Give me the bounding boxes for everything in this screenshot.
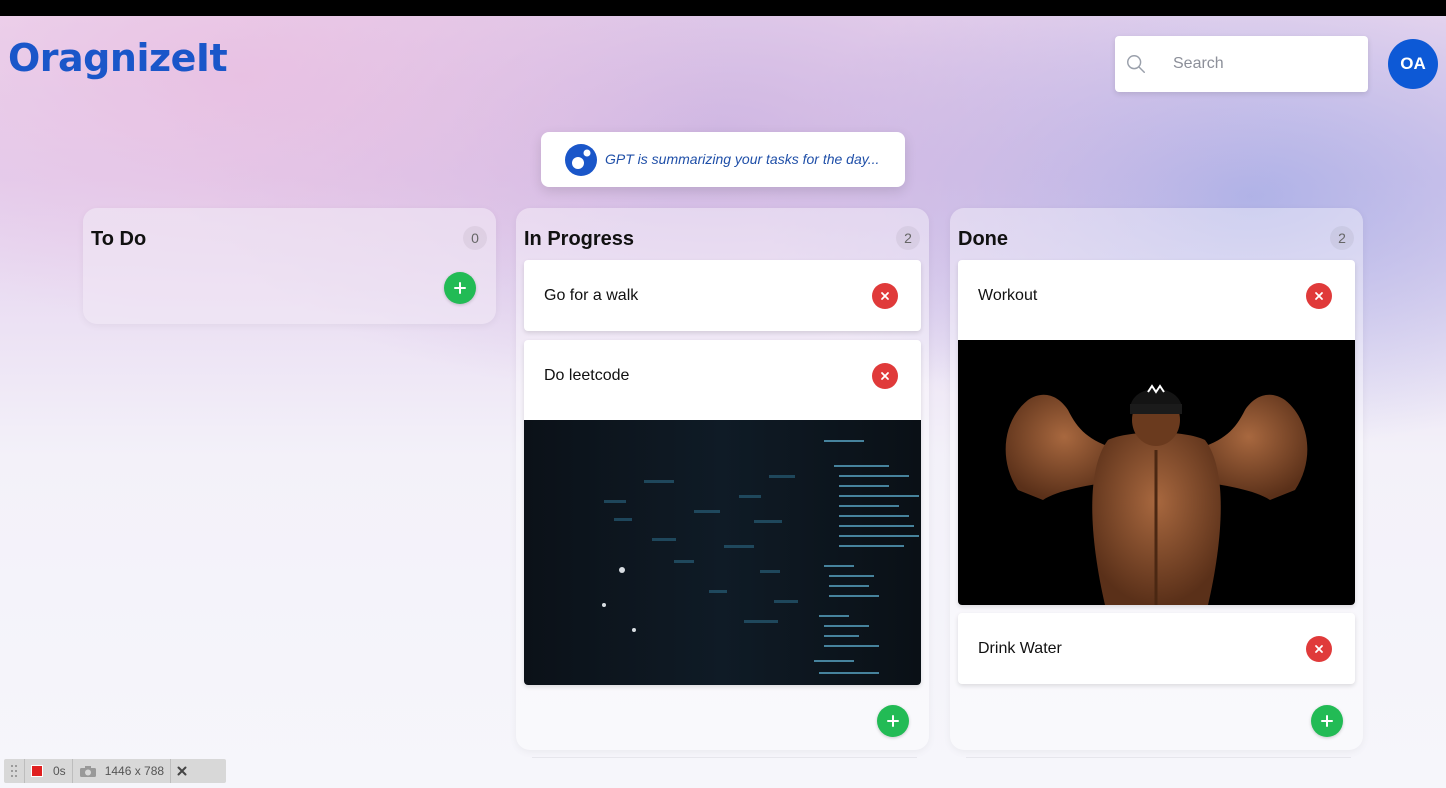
column-title: To Do [91,228,147,250]
delete-task-button[interactable] [872,363,898,389]
task-title: Do leetcode [544,367,630,384]
app-logo[interactable]: OragnizeIt [8,36,228,80]
task-title: Workout [978,287,1038,304]
close-icon [1315,645,1323,653]
capture-dimensions: 1446 x 788 [104,764,165,778]
column-title: In Progress [524,228,635,250]
recorder-toolbar: 0s 1446 x 788 [4,759,226,783]
plus-icon [887,715,899,727]
search-box[interactable] [1115,36,1368,92]
close-recorder-button[interactable] [171,759,193,783]
capture-size[interactable]: 1446 x 788 [73,759,172,783]
close-icon [881,372,889,380]
add-task-button[interactable] [1311,705,1343,737]
record-time: 0s [53,764,66,778]
drag-handle[interactable] [4,759,25,783]
user-avatar[interactable]: OA [1388,39,1438,89]
plus-icon [454,282,466,294]
delete-task-button[interactable] [872,283,898,309]
search-icon [1127,55,1145,73]
task-card[interactable]: Drink Water [958,613,1355,684]
task-card[interactable]: Workout [958,260,1355,605]
search-input[interactable] [1173,36,1358,92]
delete-task-button[interactable] [1306,636,1332,662]
drag-handle-icon [11,765,17,777]
column-count-badge: 2 [896,226,920,250]
column-divider [532,757,917,758]
close-icon [177,766,187,776]
column-divider [966,757,1351,758]
column-count-badge: 0 [463,226,487,250]
task-title: Drink Water [978,640,1062,657]
close-icon [881,292,889,300]
close-icon [1315,292,1323,300]
add-task-button[interactable] [877,705,909,737]
gpt-logo-icon [565,144,597,176]
column-count-badge: 2 [1330,226,1354,250]
plus-icon [1321,715,1333,727]
gpt-summary-text: GPT is summarizing your tasks for the da… [605,151,880,167]
column-todo: To Do 0 [83,208,496,324]
task-card[interactable]: Go for a walk [524,260,921,331]
bodybuilder-image [958,340,1355,605]
add-task-button[interactable] [444,272,476,304]
delete-task-button[interactable] [1306,283,1332,309]
task-title: Go for a walk [544,287,639,304]
window-top-bar [0,0,1446,16]
camera-icon [79,765,96,777]
stop-record-icon [31,765,43,777]
gpt-summary-banner: GPT is summarizing your tasks for the da… [541,132,905,187]
column-done: Done 2 Workout Drink Water [950,208,1363,758]
task-card[interactable]: Do leetcode [524,340,921,685]
record-timer[interactable]: 0s [25,759,73,783]
column-in-progress: In Progress 2 Go for a walk Do leetcode [516,208,929,758]
code-screen-image [524,420,921,685]
column-title: Done [958,228,1008,250]
